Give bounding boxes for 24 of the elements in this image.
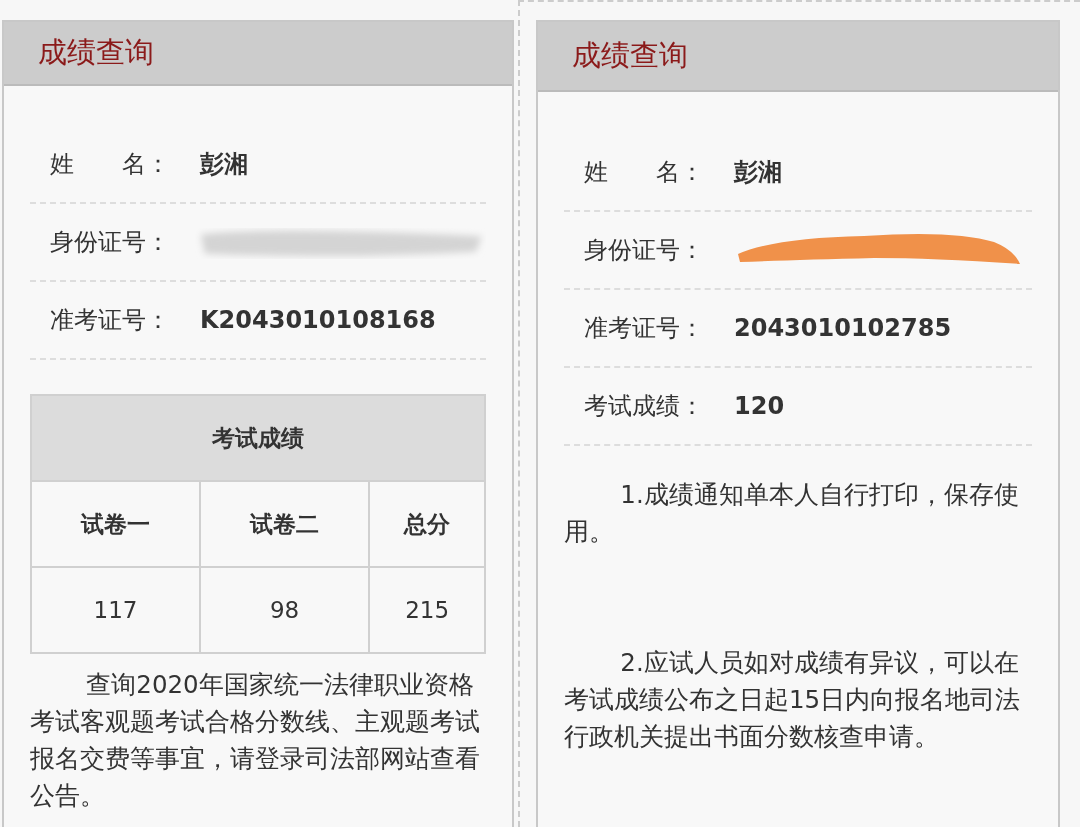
field-value: 彭湘 xyxy=(200,149,248,180)
field-label: 准考证号： xyxy=(50,305,171,336)
field-value: 彭湘 xyxy=(734,157,782,188)
column-header: 总分 xyxy=(369,481,485,567)
table-caption: 考试成绩 xyxy=(31,395,485,481)
table-cell: 117 xyxy=(31,567,201,653)
table-cell: 98 xyxy=(200,567,370,653)
notice-text: 1.成绩通知单本人自行打印，保存使用。 xyxy=(564,479,1020,548)
column-header: 试卷一 xyxy=(31,481,201,567)
field-label: 姓 名： xyxy=(50,149,171,180)
field-label: 身份证号： xyxy=(584,235,705,266)
card-title: 成绩查询 xyxy=(4,22,512,86)
card-title: 成绩查询 xyxy=(538,22,1058,92)
field-value: 2043010102785 xyxy=(734,314,952,342)
notice-text: 查询2020年国家统一法律职业资格考试客观题考试合格分数线、主观题考试报名交费等事宜，请登录司法部网站查看公告。 xyxy=(30,669,481,812)
field-label: 身份证号： xyxy=(50,227,171,258)
column-header: 试卷二 xyxy=(200,481,370,567)
field-label: 姓 名： xyxy=(584,157,705,188)
field-label: 准考证号： xyxy=(584,313,705,344)
notice-text: 2.应试人员如对成绩有异议，可以在考试成绩公布之日起15日内向报名地司法行政机关提出书面分数核查申请。 xyxy=(564,647,1022,753)
field-value: 120 xyxy=(734,392,785,420)
field-label: 考试成绩： xyxy=(584,391,705,422)
field-value: K2043010108168 xyxy=(200,306,436,334)
table-cell: 215 xyxy=(369,567,485,653)
